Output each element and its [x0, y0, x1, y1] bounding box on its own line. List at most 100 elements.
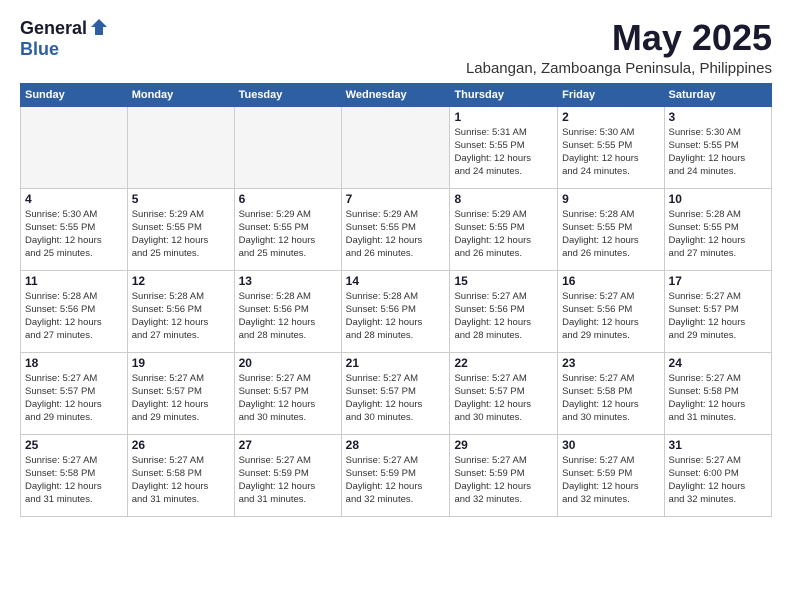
day-info-line: Sunset: 5:57 PM	[346, 385, 446, 398]
day-info-line: Sunset: 5:59 PM	[239, 467, 337, 480]
day-info-line: and 27 minutes.	[669, 247, 767, 260]
day-info-line: Sunrise: 5:28 AM	[239, 290, 337, 303]
week-row-3: 11Sunrise: 5:28 AMSunset: 5:56 PMDayligh…	[21, 270, 772, 352]
day-number: 29	[454, 438, 553, 452]
day-info-line: Daylight: 12 hours	[25, 316, 123, 329]
day-info-line: and 31 minutes.	[239, 493, 337, 506]
day-info-line: Daylight: 12 hours	[132, 480, 230, 493]
month-title: May 2025	[466, 18, 772, 58]
day-info-line: Sunset: 5:56 PM	[25, 303, 123, 316]
day-info-line: and 31 minutes.	[669, 411, 767, 424]
cell-week1-day1	[127, 106, 234, 188]
cell-week4-day1: 19Sunrise: 5:27 AMSunset: 5:57 PMDayligh…	[127, 352, 234, 434]
cell-week3-day4: 15Sunrise: 5:27 AMSunset: 5:56 PMDayligh…	[450, 270, 558, 352]
day-info-line: Sunrise: 5:27 AM	[239, 454, 337, 467]
day-info-line: and 32 minutes.	[454, 493, 553, 506]
cell-week2-day3: 7Sunrise: 5:29 AMSunset: 5:55 PMDaylight…	[341, 188, 450, 270]
day-info-line: Daylight: 12 hours	[562, 480, 659, 493]
day-info-line: and 28 minutes.	[239, 329, 337, 342]
cell-week3-day1: 12Sunrise: 5:28 AMSunset: 5:56 PMDayligh…	[127, 270, 234, 352]
cell-week1-day3	[341, 106, 450, 188]
cell-week3-day5: 16Sunrise: 5:27 AMSunset: 5:56 PMDayligh…	[558, 270, 664, 352]
day-number: 12	[132, 274, 230, 288]
day-info-line: Daylight: 12 hours	[669, 316, 767, 329]
day-info-line: Sunrise: 5:27 AM	[132, 372, 230, 385]
day-number: 28	[346, 438, 446, 452]
cell-week1-day6: 3Sunrise: 5:30 AMSunset: 5:55 PMDaylight…	[664, 106, 771, 188]
cell-week3-day2: 13Sunrise: 5:28 AMSunset: 5:56 PMDayligh…	[234, 270, 341, 352]
week-row-4: 18Sunrise: 5:27 AMSunset: 5:57 PMDayligh…	[21, 352, 772, 434]
day-number: 19	[132, 356, 230, 370]
day-info-line: Daylight: 12 hours	[346, 398, 446, 411]
day-info-line: Sunrise: 5:31 AM	[454, 126, 553, 139]
day-info-line: Daylight: 12 hours	[562, 152, 659, 165]
day-info-line: and 30 minutes.	[346, 411, 446, 424]
day-number: 16	[562, 274, 659, 288]
day-info-line: and 30 minutes.	[239, 411, 337, 424]
day-info-line: and 24 minutes.	[562, 165, 659, 178]
day-info-line: Sunset: 5:56 PM	[239, 303, 337, 316]
day-info-line: Sunrise: 5:27 AM	[562, 372, 659, 385]
day-info-line: Sunrise: 5:27 AM	[132, 454, 230, 467]
day-info-line: Sunset: 5:57 PM	[454, 385, 553, 398]
day-info-line: and 32 minutes.	[346, 493, 446, 506]
day-info-line: and 28 minutes.	[346, 329, 446, 342]
cell-week1-day0	[21, 106, 128, 188]
day-number: 9	[562, 192, 659, 206]
day-info-line: Sunrise: 5:27 AM	[454, 372, 553, 385]
cell-week4-day6: 24Sunrise: 5:27 AMSunset: 5:58 PMDayligh…	[664, 352, 771, 434]
day-info-line: and 27 minutes.	[132, 329, 230, 342]
cell-week4-day0: 18Sunrise: 5:27 AMSunset: 5:57 PMDayligh…	[21, 352, 128, 434]
day-info-line: Sunrise: 5:28 AM	[669, 208, 767, 221]
cell-week5-day5: 30Sunrise: 5:27 AMSunset: 5:59 PMDayligh…	[558, 434, 664, 516]
header-saturday: Saturday	[664, 83, 771, 106]
day-info-line: Sunset: 5:57 PM	[669, 303, 767, 316]
day-info-line: and 26 minutes.	[454, 247, 553, 260]
cell-week1-day5: 2Sunrise: 5:30 AMSunset: 5:55 PMDaylight…	[558, 106, 664, 188]
day-info-line: and 25 minutes.	[239, 247, 337, 260]
title-section: May 2025 Labangan, Zamboanga Peninsula, …	[466, 18, 772, 77]
day-info-line: Sunset: 5:57 PM	[239, 385, 337, 398]
day-number: 31	[669, 438, 767, 452]
header-tuesday: Tuesday	[234, 83, 341, 106]
day-info-line: Daylight: 12 hours	[454, 234, 553, 247]
day-info-line: Sunset: 5:55 PM	[669, 221, 767, 234]
week-row-5: 25Sunrise: 5:27 AMSunset: 5:58 PMDayligh…	[21, 434, 772, 516]
cell-week2-day1: 5Sunrise: 5:29 AMSunset: 5:55 PMDaylight…	[127, 188, 234, 270]
day-number: 26	[132, 438, 230, 452]
day-number: 2	[562, 110, 659, 124]
day-info-line: and 29 minutes.	[669, 329, 767, 342]
cell-week2-day5: 9Sunrise: 5:28 AMSunset: 5:55 PMDaylight…	[558, 188, 664, 270]
cell-week3-day0: 11Sunrise: 5:28 AMSunset: 5:56 PMDayligh…	[21, 270, 128, 352]
day-info-line: Daylight: 12 hours	[25, 480, 123, 493]
day-info-line: Sunrise: 5:27 AM	[669, 454, 767, 467]
day-number: 3	[669, 110, 767, 124]
logo: General Blue	[20, 18, 109, 60]
day-number: 14	[346, 274, 446, 288]
header-friday: Friday	[558, 83, 664, 106]
logo-general-text: General	[20, 18, 87, 39]
day-number: 4	[25, 192, 123, 206]
day-info-line: Sunset: 5:55 PM	[669, 139, 767, 152]
day-info-line: Sunrise: 5:27 AM	[25, 372, 123, 385]
day-info-line: Sunrise: 5:27 AM	[454, 454, 553, 467]
logo-icon	[89, 17, 109, 37]
day-info-line: and 27 minutes.	[25, 329, 123, 342]
cell-week4-day4: 22Sunrise: 5:27 AMSunset: 5:57 PMDayligh…	[450, 352, 558, 434]
day-info-line: Daylight: 12 hours	[25, 234, 123, 247]
cell-week5-day4: 29Sunrise: 5:27 AMSunset: 5:59 PMDayligh…	[450, 434, 558, 516]
day-info-line: and 24 minutes.	[454, 165, 553, 178]
day-info-line: Sunrise: 5:27 AM	[346, 372, 446, 385]
day-info-line: Daylight: 12 hours	[239, 316, 337, 329]
day-info-line: Sunset: 5:56 PM	[562, 303, 659, 316]
day-info-line: Sunset: 5:56 PM	[132, 303, 230, 316]
day-info-line: Sunset: 5:59 PM	[454, 467, 553, 480]
day-info-line: and 26 minutes.	[346, 247, 446, 260]
day-info-line: and 31 minutes.	[132, 493, 230, 506]
cell-week5-day0: 25Sunrise: 5:27 AMSunset: 5:58 PMDayligh…	[21, 434, 128, 516]
day-info-line: Sunrise: 5:27 AM	[669, 372, 767, 385]
day-info-line: Sunset: 5:57 PM	[25, 385, 123, 398]
day-info-line: Sunset: 5:59 PM	[346, 467, 446, 480]
day-info-line: and 25 minutes.	[132, 247, 230, 260]
day-info-line: Daylight: 12 hours	[132, 316, 230, 329]
